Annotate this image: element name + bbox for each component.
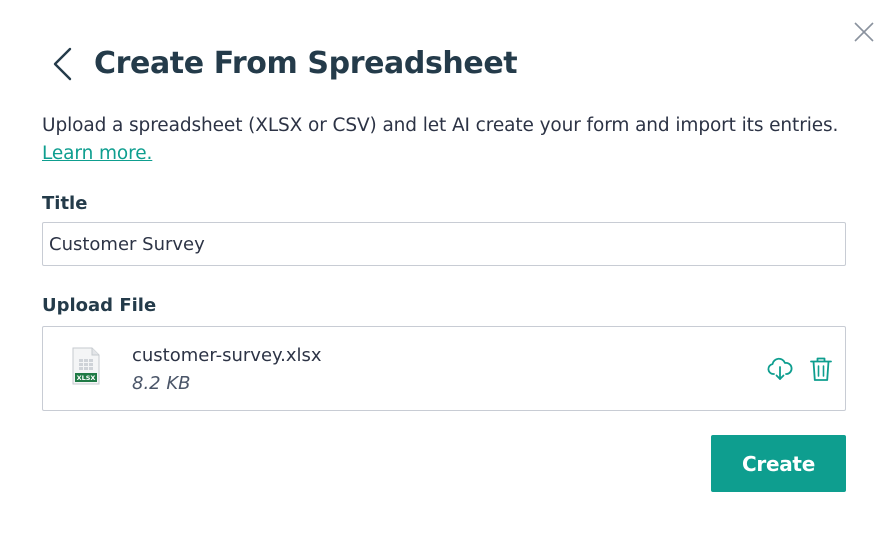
close-button[interactable] <box>852 20 876 44</box>
learn-more-link[interactable]: Learn more. <box>42 143 152 164</box>
back-button[interactable] <box>50 46 76 82</box>
title-label: Title <box>42 193 88 214</box>
description: Upload a spreadsheet (XLSX or CSV) and l… <box>42 112 852 168</box>
file-badge-text: XLSX <box>77 374 96 382</box>
download-button[interactable] <box>767 356 793 382</box>
uploaded-file-card: XLSX customer-survey.xlsx 8.2 KB <box>42 326 846 411</box>
trash-icon <box>810 357 832 381</box>
file-size: 8.2 KB <box>132 373 191 394</box>
spreadsheet-file-icon: XLSX <box>71 347 101 385</box>
upload-file-label: Upload File <box>42 295 157 316</box>
create-button[interactable]: Create <box>711 435 846 492</box>
title-input[interactable] <box>42 222 846 266</box>
create-from-spreadsheet-dialog: Create From Spreadsheet Upload a spreads… <box>0 0 891 538</box>
download-icon <box>767 357 793 380</box>
close-icon <box>854 22 874 42</box>
file-name: customer-survey.xlsx <box>132 345 322 366</box>
chevron-left-icon <box>53 47 72 81</box>
description-text: Upload a spreadsheet (XLSX or CSV) and l… <box>42 115 839 136</box>
delete-button[interactable] <box>809 356 833 382</box>
page-title: Create From Spreadsheet <box>94 46 518 81</box>
